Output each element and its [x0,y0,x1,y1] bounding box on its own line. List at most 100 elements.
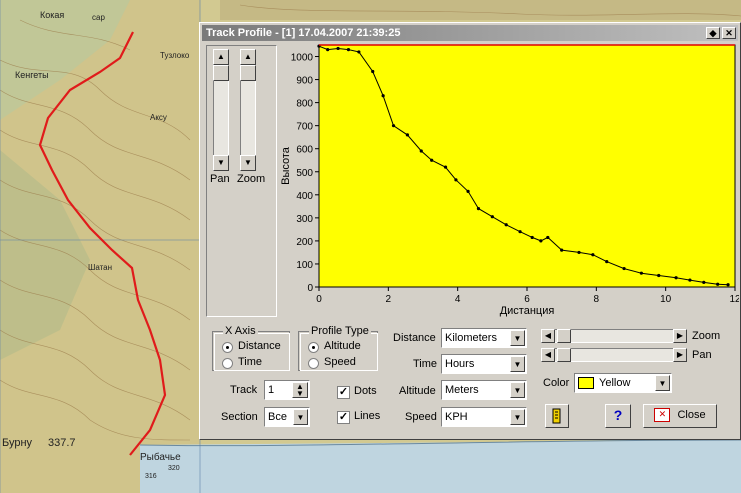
svg-text:320: 320 [168,465,180,472]
pan-right-arrow-icon[interactable]: ▶ [673,348,687,362]
pan-slider-thumb[interactable] [213,65,229,81]
help-button[interactable]: ? [605,404,631,428]
zoom-scroll-thumb[interactable] [557,329,571,343]
track-profile-window: Track Profile - [1] 17.04.2007 21:39:25 … [199,22,741,440]
track-label: Track [230,384,258,396]
pan-left-arrow-icon[interactable]: ◀ [541,348,555,362]
time-dropdown-arrow-icon[interactable]: ▼ [510,356,525,372]
track-value: 1 [268,384,275,396]
y-tick-label: 200 [296,237,313,248]
altitude-dropdown-arrow-icon[interactable]: ▼ [510,382,525,398]
pan-up-arrow-icon[interactable]: ▲ [213,49,229,65]
title-bar[interactable]: Track Profile - [1] 17.04.2007 21:39:25 … [202,25,738,41]
pan-slider[interactable]: ▲ ▼ [213,49,229,171]
zoom-right-arrow-icon[interactable]: ▶ [673,329,687,343]
time-unit-label: Time [413,358,438,370]
lines-label: Lines [354,410,381,422]
altitude-point [702,280,706,284]
profile-altitude-radio[interactable] [308,342,319,353]
altitude-point [466,189,470,193]
zoom-left-arrow-icon[interactable]: ◀ [541,329,555,343]
track-spinner[interactable]: 1 ▲ ▼ [264,380,310,400]
y-tick-label: 700 [296,122,313,133]
pan-scrollbar[interactable]: ◀ ▶ [541,348,687,362]
svg-text:Кенгеты: Кенгеты [15,70,49,80]
close-x-icon: ✕ [654,408,671,423]
x-axis-distance-label: Distance [238,340,281,352]
altitude-unit-select[interactable]: Meters ▼ [441,380,527,400]
zoom-up-arrow-icon[interactable]: ▲ [240,49,256,65]
distance-dropdown-arrow-icon[interactable]: ▼ [510,330,525,346]
dots-checkbox[interactable]: ✓ [337,386,350,399]
svg-text:Шатан: Шатан [88,263,112,272]
altitude-point [539,239,543,243]
pan-label: Pan [210,173,230,185]
y-tick-label: 500 [296,168,313,179]
x-axis-time-radio[interactable] [222,358,233,369]
section-value: Все [268,411,287,423]
export-button[interactable] [545,404,569,428]
lines-checkbox[interactable]: ✓ [337,411,350,424]
altitude-point [454,178,458,182]
altitude-point [371,69,375,74]
section-dropdown-arrow-icon[interactable]: ▼ [293,409,308,425]
restore-icon[interactable]: ◆ [706,27,720,39]
y-tick-label: 900 [296,76,313,87]
zoom-slider-thumb[interactable] [240,65,256,81]
pan-scroll-thumb[interactable] [557,348,571,362]
dots-label: Dots [354,385,377,397]
altitude-point [443,165,448,169]
altitude-point [716,282,720,286]
speed-unit-value: KPH [445,411,468,423]
zoom-slider[interactable]: ▲ ▼ [240,49,256,171]
y-tick-label: 600 [296,145,313,156]
y-tick-label: 0 [307,283,313,294]
pan-scroll-label: Pan [692,349,712,361]
altitude-unit-label: Altitude [399,385,436,397]
pan-down-arrow-icon[interactable]: ▼ [213,155,229,171]
track-spin-arrows-icon[interactable]: ▲ ▼ [292,382,308,398]
svg-text:сар: сар [92,13,105,22]
zoom-label: Zoom [237,173,266,185]
svg-text:316: 316 [145,473,157,480]
altitude-point [391,124,396,128]
y-tick-label: 1000 [291,53,314,64]
close-button-label: Close [677,409,706,421]
speed-dropdown-arrow-icon[interactable]: ▼ [510,409,525,425]
altitude-point [546,235,550,240]
svg-text:Аксу: Аксу [150,113,167,122]
x-tick-label: 4 [455,294,461,305]
altitude-point [430,158,434,162]
export-icon [552,408,561,424]
zoom-down-arrow-icon[interactable]: ▼ [240,155,256,171]
x-axis-group: X Axis Distance Time [212,325,290,371]
y-axis-title: Высота [280,146,292,185]
x-axis-time-label: Time [238,356,263,368]
x-tick-label: 6 [524,294,530,305]
altitude-point [591,253,595,257]
color-select[interactable]: Yellow ▼ [574,373,672,393]
svg-text:337.7: 337.7 [48,437,76,449]
y-tick-label: 800 [296,99,313,110]
svg-text:Бурну: Бурну [2,437,33,449]
profile-speed-radio[interactable] [308,358,319,369]
close-icon[interactable]: ✕ [722,27,736,39]
section-select[interactable]: Все ▼ [264,407,310,427]
close-button[interactable]: ✕ Close [643,404,717,428]
distance-unit-select[interactable]: Kilometers ▼ [441,328,527,348]
color-dropdown-arrow-icon[interactable]: ▼ [655,375,670,391]
zoom-scrollbar[interactable]: ◀ ▶ [541,329,687,343]
zoom-scroll-label: Zoom [692,330,721,342]
x-tick-label: 0 [316,294,322,305]
x-tick-label: 10 [660,294,672,305]
speed-unit-select[interactable]: KPH ▼ [441,407,527,427]
y-tick-label: 400 [296,191,313,202]
x-axis-distance-radio[interactable] [222,342,233,353]
altitude-point [326,48,330,52]
altitude-point [657,273,661,278]
altitude-point [560,248,564,252]
altitude-point [336,46,340,51]
y-tick-label: 300 [296,214,313,225]
time-unit-select[interactable]: Hours ▼ [441,354,527,374]
altitude-profile-chart[interactable]: 0 100 200 300 400 500 600 700 800 900 1000 0 2 4 6 8 10 1… [279,41,739,321]
